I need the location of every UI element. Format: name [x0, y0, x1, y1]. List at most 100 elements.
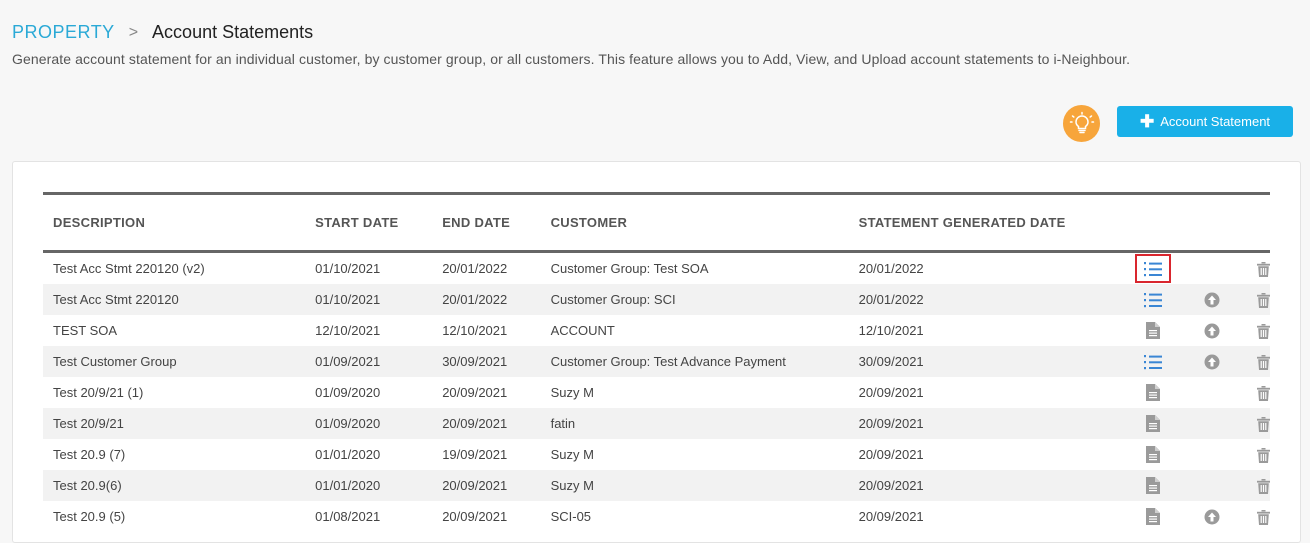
view-statement-button[interactable]: [1123, 501, 1182, 532]
table-row: Test 20.9 (7) 01/01/2020 19/09/2021 Suzy M 2…: [43, 439, 1270, 470]
cell-description: Test Customer Group: [53, 354, 177, 369]
col-description[interactable]: DESCRIPTION: [43, 194, 305, 252]
upload-statement-button[interactable]: [1183, 315, 1242, 346]
upload-icon: [1204, 322, 1220, 339]
col-upload: [1183, 194, 1242, 252]
table-row: Test Acc Stmt 220120 (v2) 01/10/2021 20/01…: [43, 252, 1270, 285]
trash-icon: [1257, 260, 1270, 277]
delete-statement-button[interactable]: [1242, 439, 1270, 470]
delete-statement-button[interactable]: [1242, 470, 1270, 501]
cell-start-date: 12/10/2021: [315, 323, 381, 338]
upload-statement-button: [1183, 470, 1242, 501]
list-icon: [1135, 254, 1172, 283]
upload-statement-button[interactable]: [1183, 501, 1242, 532]
upload-statement-button: [1183, 377, 1242, 408]
view-statement-button[interactable]: [1123, 284, 1182, 315]
cell-description: Test 20/9/21: [53, 416, 124, 431]
cell-generated-date: 20/01/2022: [858, 261, 924, 276]
document-icon: [1146, 446, 1161, 464]
trash-icon: [1257, 477, 1270, 494]
col-generated-date[interactable]: STATEMENT GENERATED DATE: [849, 194, 1124, 252]
lightbulb-icon: [1069, 111, 1094, 133]
page-description: Generate account statement for an indivi…: [12, 51, 1131, 67]
view-statement-button[interactable]: [1123, 439, 1182, 470]
cell-description: TEST SOA: [53, 323, 118, 338]
upload-statement-button: [1183, 252, 1242, 285]
document-icon: [1146, 322, 1161, 340]
cell-customer: ACCOUNT: [550, 323, 615, 338]
cell-generated-date: 20/09/2021: [858, 509, 924, 524]
cell-generated-date: 20/09/2021: [858, 385, 924, 400]
delete-statement-button[interactable]: [1242, 346, 1270, 377]
document-icon: [1146, 508, 1161, 526]
col-view: [1123, 194, 1182, 252]
tips-button[interactable]: [1063, 105, 1100, 142]
cell-customer: SCI-05: [550, 509, 592, 524]
cell-generated-date: 20/09/2021: [858, 478, 924, 493]
cell-customer: Customer Group: Test Advance Payment: [550, 354, 786, 369]
cell-start-date: 01/10/2021: [315, 261, 381, 276]
delete-statement-button[interactable]: [1242, 315, 1270, 346]
upload-statement-button: [1183, 439, 1242, 470]
document-icon: [1146, 415, 1161, 433]
cell-generated-date: 20/09/2021: [858, 416, 924, 431]
statements-panel: DESCRIPTION START DATE END DATE CUSTOMER…: [12, 161, 1301, 543]
cell-start-date: 01/09/2020: [315, 385, 381, 400]
list-icon: [1144, 353, 1163, 369]
document-icon: [1146, 477, 1161, 495]
cell-start-date: 01/10/2021: [315, 292, 381, 307]
view-statement-button[interactable]: [1123, 315, 1182, 346]
view-statement-button[interactable]: [1123, 377, 1182, 408]
view-statement-button[interactable]: [1123, 252, 1182, 285]
cell-customer: fatin: [550, 416, 576, 431]
cell-customer: Customer Group: SCI: [550, 292, 676, 307]
delete-statement-button[interactable]: [1242, 408, 1270, 439]
cell-description: Test Acc Stmt 220120 (v2): [53, 261, 205, 276]
cell-start-date: 01/01/2020: [315, 447, 381, 462]
delete-statement-button[interactable]: [1242, 501, 1270, 532]
cell-description: Test 20.9 (5): [53, 509, 126, 524]
add-button-label: Account Statement: [1160, 114, 1271, 129]
table-row: Test 20/9/21 (1) 01/09/2020 20/09/2021 Suzy…: [43, 377, 1270, 408]
breadcrumb: PROPERTY > Account Statements: [12, 22, 313, 43]
cell-end-date: 20/01/2022: [442, 292, 508, 307]
page-title: Account Statements: [152, 22, 314, 42]
col-start-date[interactable]: START DATE: [305, 194, 432, 252]
table-row: Test Customer Group 01/09/2021 30/09/2021 C…: [43, 346, 1270, 377]
trash-icon: [1257, 291, 1270, 308]
cell-end-date: 19/09/2021: [442, 447, 508, 462]
col-delete: [1242, 194, 1270, 252]
cell-description: Test 20.9 (7): [53, 447, 126, 462]
upload-icon: [1204, 508, 1220, 525]
statements-table: DESCRIPTION START DATE END DATE CUSTOMER…: [43, 192, 1270, 532]
table-row: Test 20/9/21 01/09/2020 20/09/2021 fatin 20/…: [43, 408, 1270, 439]
delete-statement-button[interactable]: [1242, 377, 1270, 408]
cell-customer: Suzy M: [550, 385, 594, 400]
cell-end-date: 20/09/2021: [442, 509, 508, 524]
upload-statement-button[interactable]: [1183, 284, 1242, 315]
trash-icon: [1257, 446, 1270, 463]
cell-start-date: 01/01/2020: [315, 478, 381, 493]
upload-icon: [1204, 291, 1220, 308]
trash-icon: [1257, 322, 1270, 339]
cell-start-date: 01/08/2021: [315, 509, 381, 524]
upload-statement-button: [1183, 408, 1242, 439]
view-statement-button[interactable]: [1123, 470, 1182, 501]
upload-statement-button[interactable]: [1183, 346, 1242, 377]
trash-icon: [1257, 415, 1270, 432]
cell-description: Test 20/9/21 (1): [53, 385, 144, 400]
cell-generated-date: 12/10/2021: [858, 323, 924, 338]
table-row: Test 20.9(6) 01/01/2020 20/09/2021 Suzy M 20…: [43, 470, 1270, 501]
cell-end-date: 30/09/2021: [442, 354, 508, 369]
cell-end-date: 20/01/2022: [442, 261, 508, 276]
col-end-date[interactable]: END DATE: [432, 194, 540, 252]
delete-statement-button[interactable]: [1242, 284, 1270, 315]
view-statement-button[interactable]: [1123, 408, 1182, 439]
document-icon: [1146, 384, 1161, 402]
breadcrumb-root-link[interactable]: PROPERTY: [12, 22, 115, 43]
delete-statement-button[interactable]: [1242, 252, 1270, 285]
add-account-statement-button[interactable]: ✚ Account Statement: [1117, 106, 1293, 137]
view-statement-button[interactable]: [1123, 346, 1182, 377]
trash-icon: [1257, 353, 1270, 370]
col-customer[interactable]: CUSTOMER: [541, 194, 849, 252]
